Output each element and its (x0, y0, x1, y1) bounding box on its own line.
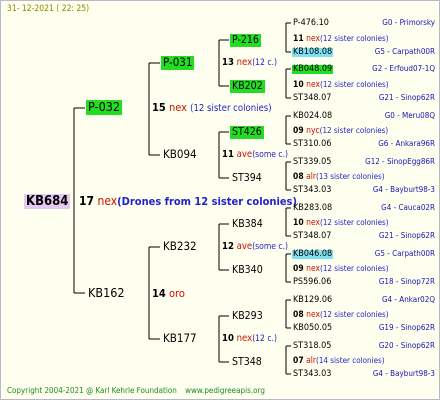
gen4-location-14: G20 - Sinop62R (378, 341, 435, 350)
gen3-sister-info-2: 09 nyc(12 sister colonies) (293, 126, 389, 136)
gen3-sister-info-7: 07 alr(14 sister colonies) (293, 356, 385, 366)
gen3-queen-1[interactable]: KB202 (230, 80, 265, 93)
gen4-location-4: G0 - Meru08Q (384, 111, 435, 120)
gen3-queen-2[interactable]: ST426 (230, 126, 264, 139)
gen4-location-5: G6 - Ankara96R (378, 139, 435, 148)
gen4-queen-4[interactable]: KB024.08 (292, 112, 333, 121)
pedigree-chart: 31- 12-2021 ( 22: 25) KB684 17 nex(Drone… (0, 0, 440, 400)
gen4-location-15: G4 - Bayburt98-3 (372, 369, 435, 378)
footer: Copyright 2004-2021 @ Karl Kehrle Founda… (7, 387, 271, 395)
gen4-queen-6[interactable]: ST339.05 (292, 158, 332, 167)
gen4-queen-13[interactable]: KB050.05 (292, 324, 333, 333)
gen4-queen-1[interactable]: KB108.08 (292, 48, 334, 57)
gen2-sister-info-1: 11 ave(some c.) (222, 149, 289, 160)
gen4-queen-2[interactable]: KB048.09 (292, 65, 334, 74)
root-year: nex (97, 194, 118, 208)
connector-line (285, 253, 291, 283)
gen3-sister-info-1: 10 nex(12 sister colonies) (293, 80, 389, 90)
root-sister-info: 17 nex(Drones from 12 sister colonies) (79, 195, 297, 207)
gen2-queen-3[interactable]: KB177 (161, 332, 199, 346)
gen1-sister-info-0: 15 nex (12 sister colonies) (152, 101, 272, 114)
gen4-location-12: G4 - Ankar02Q (381, 295, 435, 304)
gen3-sister-info-6: 08 nex(12 sister colonies) (293, 310, 389, 320)
connector-line (285, 22, 291, 53)
gen4-location-6: G12 - SinopEgg86R (365, 157, 435, 166)
gen3-sister-info-4: 10 nex(12 sister colonies) (293, 218, 389, 228)
gen2-queen-0[interactable]: P-031 (161, 56, 195, 70)
gen4-queen-0[interactable]: P-476.10 (292, 19, 330, 28)
root-queen[interactable]: KB684 (24, 194, 71, 209)
gen3-queen-6[interactable]: KB293 (230, 310, 265, 323)
connector-line (285, 345, 291, 375)
copyright-text: Copyright 2004-2021 @ Karl Kehrle Founda… (7, 386, 177, 395)
connector-line (285, 68, 291, 99)
gen4-location-1: G5 - Carpath00R (374, 47, 435, 56)
gen3-sister-info-0: 11 nex(12 sister colonies) (293, 34, 389, 44)
gen4-queen-12[interactable]: KB129.06 (292, 296, 333, 305)
gen4-queen-7[interactable]: ST343.03 (292, 186, 332, 195)
gen1-queen-0[interactable]: P-032 (86, 100, 123, 115)
gen2-sister-info-2: 12 ave(some c.) (222, 241, 289, 252)
gen4-location-13: G19 - Sinop62R (378, 323, 435, 332)
gen3-queen-0[interactable]: P-216 (230, 34, 261, 47)
gen3-sister-info-5: 09 nex(12 sister colonies) (293, 264, 389, 274)
gen1-queen-1[interactable]: KB162 (86, 286, 127, 301)
gen4-queen-8[interactable]: KB283.08 (292, 204, 333, 213)
gen4-location-2: G2 - Erfoud07-1Q (372, 64, 435, 73)
connector-line (285, 161, 291, 191)
gen4-location-10: G5 - Carpath00R (374, 249, 435, 258)
gen4-queen-5[interactable]: ST310.06 (292, 140, 332, 149)
gen4-queen-9[interactable]: ST348.07 (292, 232, 332, 241)
gen2-sister-info-3: 10 nex(12 c.) (222, 333, 277, 344)
gen4-queen-3[interactable]: ST348.07 (292, 94, 332, 103)
gen4-location-3: G21 - Sinop62R (378, 93, 435, 102)
gen4-location-11: G18 - Sinop72R (378, 277, 435, 286)
gen4-location-7: G4 - Bayburt98-3 (372, 185, 435, 194)
gen4-queen-10[interactable]: KB046.08 (292, 250, 334, 259)
gen2-sister-info-0: 13 nex(12 c.) (222, 57, 277, 68)
gen4-queen-15[interactable]: ST343.03 (292, 370, 332, 379)
connector-line (285, 299, 291, 329)
gen3-queen-3[interactable]: ST394 (230, 172, 264, 185)
gen1-sister-info-1: 14 oro (152, 287, 185, 300)
gen3-queen-4[interactable]: KB384 (230, 218, 265, 231)
connector-line (285, 207, 291, 237)
root-colonies: (Drones from 12 sister colonies) (117, 195, 297, 208)
gen3-queen-5[interactable]: KB340 (230, 264, 265, 277)
gen3-sister-info-3: 08 alr(13 sister colonies) (293, 172, 385, 182)
gen2-queen-1[interactable]: KB094 (161, 148, 199, 162)
gen4-queen-14[interactable]: ST318.05 (292, 342, 332, 351)
gen4-location-0: G0 - Primorsky (382, 18, 435, 27)
timestamp: 31- 12-2021 ( 22: 25) (7, 4, 90, 14)
gen4-queen-11[interactable]: PS596.06 (292, 278, 332, 287)
gen4-location-9: G21 - Sinop62R (378, 231, 435, 240)
gen2-queen-2[interactable]: KB232 (161, 240, 199, 254)
root-num: 17 (79, 194, 95, 208)
gen3-queen-7[interactable]: ST348 (230, 356, 264, 369)
website-link[interactable]: www.pedigreeapis.org (185, 386, 265, 395)
gen4-location-8: G4 - Cauca02R (381, 203, 435, 212)
connector-line (285, 115, 291, 145)
